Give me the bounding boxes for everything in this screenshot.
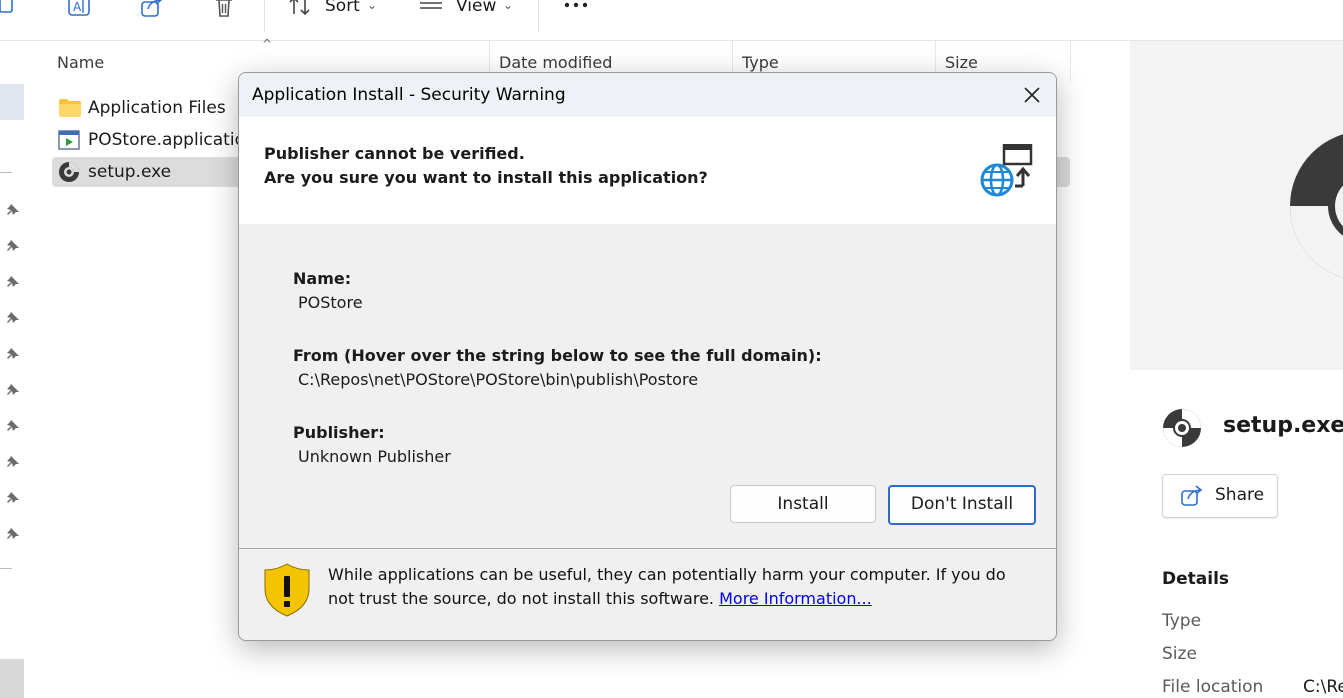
- pin-icon[interactable]: [6, 311, 20, 325]
- from-label: From (Hover over the string below to see…: [293, 346, 822, 365]
- dialog-title: Application Install - Security Warning: [252, 85, 566, 105]
- view-label[interactable]: View: [456, 0, 496, 16]
- nav-item[interactable]: [0, 659, 24, 698]
- view-icon[interactable]: [418, 0, 444, 20]
- pin-icon[interactable]: [6, 203, 20, 217]
- web-install-icon: [980, 144, 1033, 197]
- application-manifest-icon: [58, 130, 80, 150]
- column-header-date-modified[interactable]: Date modified: [499, 53, 612, 72]
- toolbar-separator: [538, 0, 539, 32]
- file-preview: [1130, 41, 1343, 370]
- file-name: setup.exe: [88, 162, 172, 182]
- nav-divider: [0, 172, 12, 173]
- file-name: Application Files: [88, 98, 226, 118]
- navigation-pane: [0, 41, 29, 698]
- sort-label[interactable]: Sort: [325, 0, 360, 16]
- svg-text:A: A: [73, 0, 82, 14]
- share-button[interactable]: Share: [1162, 474, 1278, 518]
- details-file-location-value: C:\Re: [1303, 677, 1343, 697]
- chevron-down-icon[interactable]: ⌄: [503, 0, 513, 12]
- warning-shield-icon: [264, 563, 310, 617]
- rename-icon[interactable]: A: [66, 0, 92, 20]
- publisher-label: Publisher:: [293, 423, 385, 442]
- dialog-title-bar[interactable]: Application Install - Security Warning: [239, 73, 1056, 117]
- column-header-size[interactable]: Size: [945, 53, 978, 72]
- nav-divider: [0, 568, 12, 569]
- toolbar-separator: [264, 0, 265, 32]
- dont-install-button[interactable]: Don't Install: [888, 485, 1036, 525]
- pin-icon[interactable]: [6, 239, 20, 253]
- details-field-file-location: File location: [1162, 677, 1264, 697]
- copy-icon[interactable]: [0, 0, 26, 20]
- setup-disc-icon: [59, 162, 79, 182]
- column-header-type[interactable]: Type: [742, 53, 779, 72]
- pin-icon[interactable]: [6, 347, 20, 361]
- dialog-heading-line-2: Are you sure you want to install this ap…: [264, 168, 708, 187]
- chevron-down-icon[interactable]: ⌄: [367, 0, 377, 12]
- close-icon[interactable]: [1020, 83, 1044, 107]
- warning-message: While applications can be useful, they c…: [328, 563, 1028, 611]
- delete-icon[interactable]: [211, 0, 237, 20]
- share-icon[interactable]: [139, 0, 165, 20]
- install-button[interactable]: Install: [730, 485, 876, 523]
- sort-ascending-icon: ^: [262, 37, 273, 51]
- sort-icon[interactable]: [287, 0, 313, 20]
- pin-icon[interactable]: [6, 275, 20, 289]
- pin-icon[interactable]: [6, 383, 20, 397]
- from-value[interactable]: C:\Repos\net\POStore\POStore\bin\publish…: [298, 370, 698, 389]
- folder-icon: [59, 99, 81, 117]
- details-field-size: Size: [1162, 644, 1197, 664]
- details-section-title: Details: [1162, 569, 1230, 589]
- pin-icon[interactable]: [6, 527, 20, 541]
- details-field-type: Type: [1162, 611, 1202, 631]
- security-warning-dialog: Application Install - Security Warning P…: [238, 72, 1057, 641]
- publisher-value: Unknown Publisher: [298, 447, 451, 466]
- pin-icon[interactable]: [6, 419, 20, 433]
- pin-icon[interactable]: [6, 491, 20, 505]
- more-information-link[interactable]: More Information...: [719, 589, 872, 608]
- details-pane: setup.exe Share Details Type Size File l…: [1128, 41, 1343, 698]
- column-separator[interactable]: [1070, 41, 1071, 81]
- details-file-name: setup.exe: [1223, 413, 1343, 438]
- name-label: Name:: [293, 269, 352, 288]
- command-bar: A Sort ⌄ View ⌄: [0, 0, 1343, 41]
- nav-selected-item[interactable]: [0, 84, 24, 120]
- column-header-name[interactable]: Name: [57, 53, 104, 72]
- dialog-header: Publisher cannot be verified. Are you su…: [239, 117, 1056, 224]
- file-name: POStore.application: [88, 130, 256, 150]
- dialog-footer: While applications can be useful, they c…: [239, 549, 1056, 640]
- share-icon: [1181, 485, 1203, 506]
- setup-disc-icon: [1290, 134, 1343, 278]
- setup-disc-icon: [1163, 409, 1201, 447]
- pin-icon[interactable]: [6, 455, 20, 469]
- warning-text: While applications can be useful, they c…: [328, 565, 1006, 608]
- name-value: POStore: [298, 293, 363, 312]
- more-icon[interactable]: [563, 0, 589, 20]
- dialog-heading-line-1: Publisher cannot be verified.: [264, 144, 525, 163]
- share-label: Share: [1215, 485, 1265, 505]
